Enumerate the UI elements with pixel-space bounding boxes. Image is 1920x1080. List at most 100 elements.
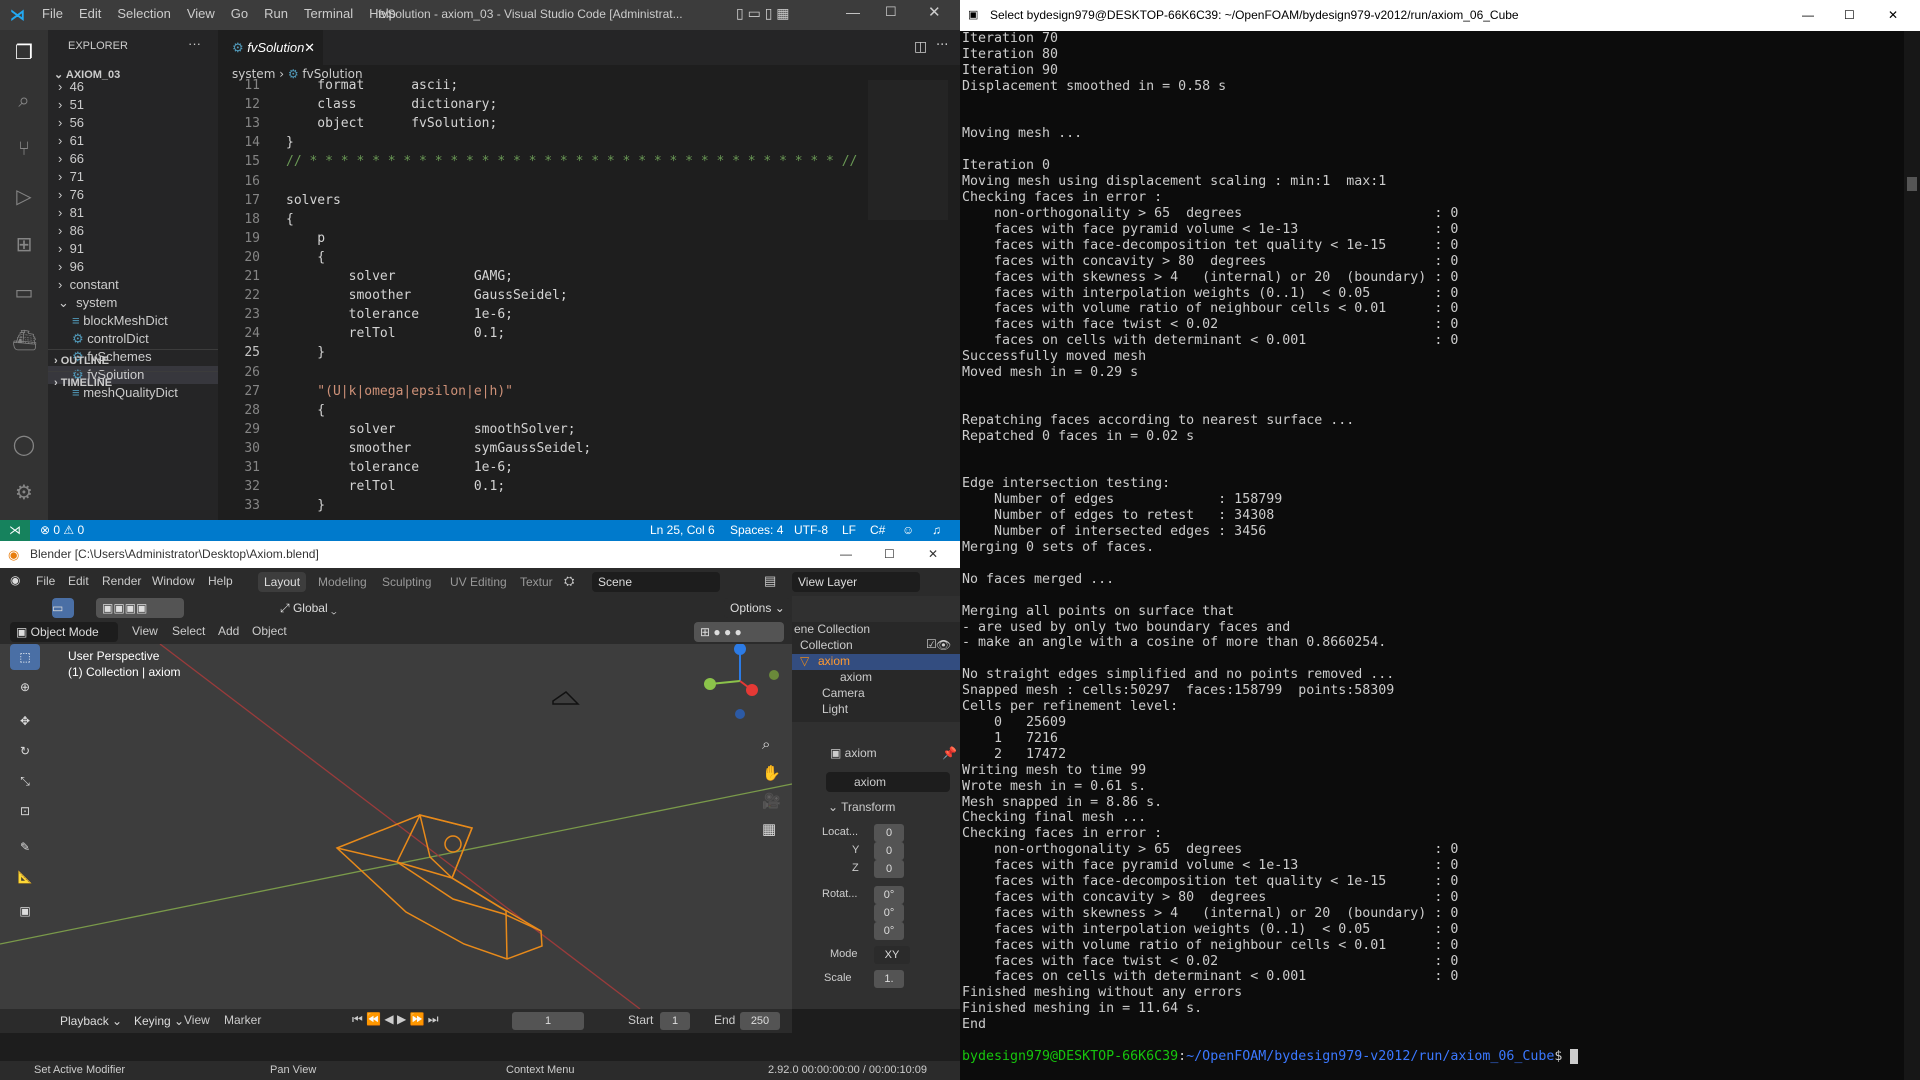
menu-go[interactable]: Go (231, 6, 248, 21)
split-editor-icon[interactable]: ◫ (914, 39, 927, 55)
blender-menu-window[interactable]: Window (152, 574, 195, 588)
move-tool-icon[interactable]: ✥ (10, 708, 40, 734)
menu-selection[interactable]: Selection (117, 6, 170, 21)
pan-hand-icon[interactable]: ✋ (762, 764, 781, 782)
ortho-grid-icon[interactable]: ▦ (762, 820, 776, 838)
blender-minimize-button[interactable]: — (840, 541, 852, 568)
workspace-tab-uv-editing[interactable]: UV Editing (444, 572, 513, 592)
scale-tool-icon[interactable]: ⤡ (10, 768, 40, 794)
view-layer-icon[interactable]: ▤ (764, 573, 776, 589)
account-icon[interactable]: ◯ (12, 432, 36, 456)
blender-menu-file[interactable]: File (36, 574, 55, 588)
code-line[interactable]: format ascii; (286, 76, 458, 95)
folder-item[interactable]: › 86 (48, 222, 218, 240)
workspace-tab-modeling[interactable]: Modeling (312, 572, 373, 592)
viewport-menu-add[interactable]: Add (218, 624, 239, 638)
folder-item[interactable]: › 76 (48, 186, 218, 204)
menu-run[interactable]: Run (264, 6, 288, 21)
problems-indicator[interactable]: ⊗ 0 ⚠ 0 (40, 520, 84, 541)
code-line[interactable]: // * * * * * * * * * * * * * * * * * * *… (286, 152, 857, 171)
object-data-field[interactable]: axiom (826, 772, 950, 792)
encoding[interactable]: UTF-8 (794, 520, 828, 541)
tab-fvsolution[interactable]: ⚙ fvSolution ✕ (218, 30, 323, 65)
blender-close-button[interactable]: ✕ (928, 541, 938, 568)
transform-tool-icon[interactable]: ⊡ (10, 798, 40, 824)
terminal-close-button[interactable]: ✕ (1888, 0, 1898, 31)
options-dropdown[interactable]: Options ⌄ (724, 598, 791, 618)
current-frame-field[interactable]: 1 (512, 1012, 584, 1030)
camera-view-icon[interactable]: 🎥 (762, 792, 781, 810)
source-control-icon[interactable]: ⑂ (12, 136, 36, 160)
timeline-view-menu[interactable]: View (184, 1013, 210, 1027)
scale-x-field[interactable]: 1. (874, 970, 904, 988)
code-line[interactable]: { (286, 401, 325, 420)
playback-controls[interactable]: ⏮ ⏪ ◀ ▶ ⏩ ⏭ (352, 1012, 439, 1027)
folder-item[interactable]: › 56 (48, 114, 218, 132)
workspace-tab-layout[interactable]: Layout (258, 572, 307, 592)
code-line[interactable]: tolerance 1e-6; (286, 305, 513, 324)
viewport-menu-select[interactable]: Select (172, 624, 205, 638)
feedback-icon[interactable]: ☺ (902, 520, 914, 541)
code-line[interactable]: smoother GaussSeidel; (286, 286, 568, 305)
run-debug-icon[interactable]: ▷ (12, 184, 36, 208)
annotate-tool-icon[interactable]: ✎ (10, 834, 40, 860)
code-line[interactable]: relTol 0.1; (286, 324, 506, 343)
file-item[interactable]: ≡ blockMeshDict (48, 312, 218, 330)
folder-item[interactable]: › 46 (48, 78, 218, 96)
viewport-menu-view[interactable]: View (132, 624, 158, 638)
3d-viewport[interactable]: User Perspective (1) Collection | axiom … (0, 644, 792, 1009)
menu-view[interactable]: View (187, 6, 215, 21)
end-frame-field[interactable]: 250 (740, 1012, 780, 1030)
editor-more-icon[interactable]: ··· (936, 38, 948, 53)
explorer-icon[interactable]: ❐ (12, 40, 36, 64)
code-editor[interactable]: 11 format ascii; 12 class dictionary; 13 o… (218, 76, 858, 520)
timeline-marker-menu[interactable]: Marker (224, 1013, 261, 1027)
code-line[interactable]: } (286, 343, 325, 362)
blender-menu-render[interactable]: Render (102, 574, 141, 588)
search-icon[interactable]: ⌕ (12, 88, 36, 112)
selection-mode-buttons[interactable]: ▣▣▣▣ (96, 598, 184, 618)
remote-indicator-icon[interactable]: ⋊ (0, 520, 30, 541)
menu-file[interactable]: File (42, 6, 63, 21)
terminal-output[interactable]: Iteration 70 Iteration 80 Iteration 90 Disp… (962, 31, 1892, 1080)
folder-item[interactable]: › 91 (48, 240, 218, 258)
blender-menu-logo-icon[interactable]: ◉ (10, 573, 20, 587)
outline-section[interactable]: › OUTLINE (48, 349, 218, 371)
blender-maximize-button[interactable]: ☐ (884, 541, 895, 568)
rotation-z-field[interactable]: 0° (874, 922, 904, 940)
workspace-tab-texture[interactable]: Textur (514, 572, 559, 592)
rotate-tool-icon[interactable]: ↻ (10, 738, 40, 764)
folder-item[interactable]: › 51 (48, 96, 218, 114)
outliner-camera[interactable]: Camera (822, 686, 865, 700)
menu-terminal[interactable]: Terminal (304, 6, 353, 21)
tab-close-icon[interactable]: ✕ (304, 30, 315, 65)
menu-edit[interactable]: Edit (79, 6, 101, 21)
scene-selector[interactable]: Scene (592, 572, 720, 592)
blender-menu-edit[interactable]: Edit (68, 574, 89, 588)
code-line[interactable]: object fvSolution; (286, 114, 497, 133)
terminal-minimize-button[interactable]: — (1802, 0, 1814, 31)
settings-gear-icon[interactable]: ⚙ (12, 480, 36, 504)
rotation-mode-selector[interactable]: XY (874, 946, 910, 964)
notifications-icon[interactable]: ♫ (932, 520, 941, 541)
minimap[interactable] (868, 80, 948, 220)
transform-orientation[interactable]: ⤢ Global ⌄ (274, 598, 343, 618)
code-line[interactable]: class dictionary; (286, 95, 497, 114)
pin-icon[interactable]: 📌 (942, 746, 957, 760)
folder-item[interactable]: › 96 (48, 258, 218, 276)
outliner-mesh-axiom[interactable]: axiom (840, 670, 872, 684)
location-y-field[interactable]: 0 (874, 842, 904, 860)
timeline-section[interactable]: › TIMELINE (48, 371, 218, 393)
tweak-tool-icon[interactable]: ⬚ (10, 644, 40, 670)
indentation[interactable]: Spaces: 4 (730, 520, 783, 541)
folder-item[interactable]: › constant (48, 276, 218, 294)
start-frame-field[interactable]: 1 (660, 1012, 690, 1030)
remote-explorer-icon[interactable]: ▭ (12, 280, 36, 304)
code-line[interactable]: } (286, 496, 325, 515)
measure-tool-icon[interactable]: 📐 (10, 864, 40, 890)
layout-toggle-icon[interactable]: ▯ ▭ ▯ ▦ (736, 5, 790, 22)
code-line[interactable]: } (286, 133, 294, 152)
extensions-icon[interactable]: ⊞ (12, 232, 36, 256)
timeline-keying-menu[interactable]: Keying ⌄ (128, 1011, 190, 1031)
terminal-maximize-button[interactable]: ☐ (1844, 0, 1855, 31)
